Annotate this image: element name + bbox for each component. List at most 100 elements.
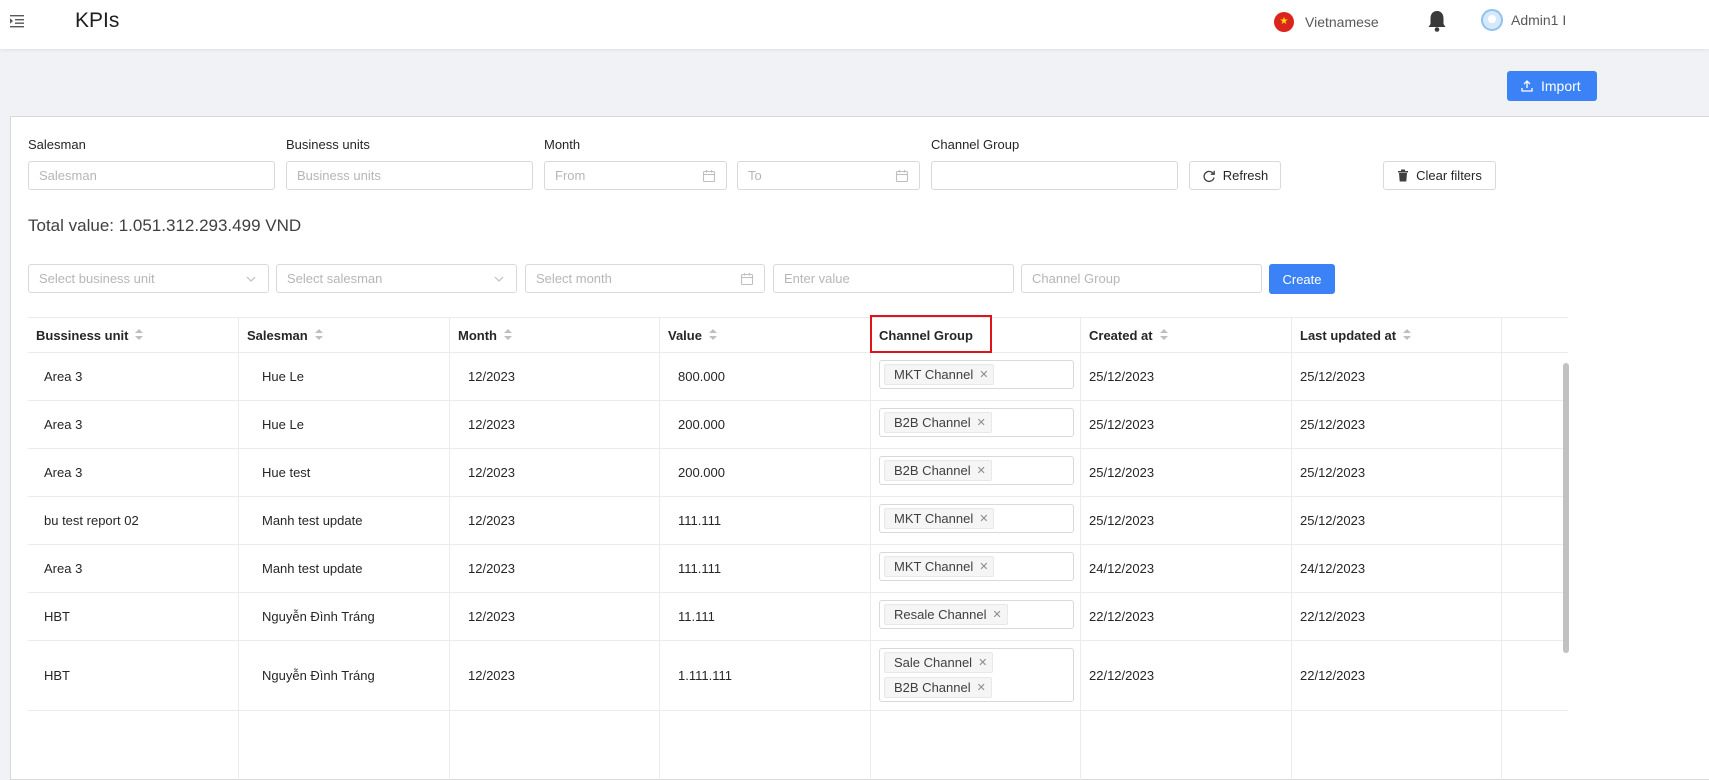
top-bar: KPIs Vietnamese Admin1 I xyxy=(0,0,1709,49)
channel-tag: B2B Channel ✕ xyxy=(884,412,992,433)
salesman-select-placeholder: Select salesman xyxy=(287,271,383,286)
import-button-label: Import xyxy=(1541,78,1581,94)
cell-month xyxy=(450,711,660,780)
close-icon[interactable]: ✕ xyxy=(979,512,988,525)
cell-salesman: Hue test xyxy=(239,449,450,496)
channel-group-tag-select[interactable]: MKT Channel ✕ xyxy=(879,504,1074,533)
import-button[interactable]: Import xyxy=(1507,71,1597,101)
cell-value: 111.111 xyxy=(660,497,871,544)
language-label: Vietnamese xyxy=(1305,14,1379,30)
cell-actions xyxy=(1502,401,1568,448)
language-selector[interactable]: Vietnamese xyxy=(1274,10,1379,34)
table-row: Area 3 Hue Le 12/2023 800.000 MKT Channe… xyxy=(28,353,1568,401)
table-scrollbar[interactable] xyxy=(1563,363,1569,653)
channel-tag: B2B Channel ✕ xyxy=(884,460,992,481)
channel-group-tag-select[interactable]: MKT Channel ✕ xyxy=(879,552,1074,581)
channel-group-input[interactable] xyxy=(1021,264,1262,293)
cell-salesman: Manh test update xyxy=(239,545,450,592)
cell-value: 11.111 xyxy=(660,593,871,640)
total-value: Total value: 1.051.312.293.499 VND xyxy=(28,216,302,235)
sort-icon[interactable] xyxy=(708,329,717,341)
cell-created-at: 22/12/2023 xyxy=(1081,593,1292,640)
cell-last-updated-at: 22/12/2023 xyxy=(1292,593,1502,640)
month-to-picker[interactable]: To xyxy=(737,161,920,190)
channel-tag-label: Sale Channel xyxy=(894,655,973,670)
month-to-placeholder: To xyxy=(748,168,762,183)
close-icon[interactable]: ✕ xyxy=(978,656,987,669)
sort-icon[interactable] xyxy=(1159,329,1168,341)
sort-icon[interactable] xyxy=(503,329,512,341)
close-icon[interactable]: ✕ xyxy=(977,681,986,694)
create-button[interactable]: Create xyxy=(1269,264,1335,294)
cell-last-updated-at: 22/12/2023 xyxy=(1292,641,1502,710)
cell-actions xyxy=(1502,353,1568,400)
sort-icon[interactable] xyxy=(314,329,323,341)
column-header-label: Salesman xyxy=(247,327,308,343)
column-header-created-at[interactable]: Created at xyxy=(1081,318,1292,353)
channel-tag-label: MKT Channel xyxy=(894,511,974,526)
salesman-filter-label: Salesman xyxy=(28,137,86,152)
column-header-value[interactable]: Value xyxy=(660,318,871,353)
close-icon[interactable]: ✕ xyxy=(993,608,1002,621)
month-from-picker[interactable]: From xyxy=(544,161,727,190)
month-picker[interactable]: Select month xyxy=(525,264,765,293)
column-header-last-updated-at[interactable]: Last updated at xyxy=(1292,318,1502,353)
channel-group-tag-select[interactable]: B2B Channel ✕ xyxy=(879,408,1074,437)
cell-channel-group: MKT Channel ✕ xyxy=(871,497,1081,544)
column-header-actions xyxy=(1502,318,1568,353)
user-menu[interactable]: Admin1 I xyxy=(1481,9,1566,31)
cell-channel-group: MKT Channel ✕ xyxy=(871,545,1081,592)
channel-tag: MKT Channel ✕ xyxy=(884,364,995,385)
cell-salesman: Hue Le xyxy=(239,353,450,400)
table-row: Area 3 Manh test update 12/2023 111.111 … xyxy=(28,545,1568,593)
cell-value xyxy=(660,711,871,780)
column-header-label: Last updated at xyxy=(1300,327,1397,343)
cell-last-updated-at: 25/12/2023 xyxy=(1292,449,1502,496)
sort-icon[interactable] xyxy=(1403,329,1412,341)
salesman-filter-input[interactable] xyxy=(28,161,275,190)
column-header-business-unit[interactable]: Bussiness unit xyxy=(28,318,239,353)
channel-tag-label: Resale Channel xyxy=(894,607,987,622)
cell-month: 12/2023 xyxy=(450,401,660,448)
cell-value: 200.000 xyxy=(660,449,871,496)
business-unit-select[interactable]: Select business unit xyxy=(28,264,269,293)
sort-icon[interactable] xyxy=(135,329,144,341)
cell-last-updated-at: 25/12/2023 xyxy=(1292,401,1502,448)
channel-group-tag-select[interactable]: Sale Channel ✕ B2B Channel ✕ xyxy=(879,648,1074,702)
column-header-salesman[interactable]: Salesman xyxy=(239,318,450,353)
close-icon[interactable]: ✕ xyxy=(977,464,986,477)
menu-fold-icon[interactable] xyxy=(10,14,26,28)
channel-group-tag-select[interactable]: Resale Channel ✕ xyxy=(879,600,1074,629)
business-units-filter-input[interactable] xyxy=(286,161,533,190)
cell-value: 200.000 xyxy=(660,401,871,448)
bell-icon[interactable] xyxy=(1426,9,1448,33)
cell-actions xyxy=(1502,497,1568,544)
channel-group-tag-select[interactable]: MKT Channel ✕ xyxy=(879,360,1074,389)
cell-business-unit: Area 3 xyxy=(28,401,239,448)
close-icon[interactable]: ✕ xyxy=(979,560,988,573)
month-from-placeholder: From xyxy=(555,168,586,183)
table-row: HBT Nguyễn Đình Tráng 12/2023 11.111 Res… xyxy=(28,593,1568,641)
refresh-button[interactable]: Refresh xyxy=(1189,161,1281,190)
value-input[interactable] xyxy=(773,264,1014,293)
table-row: Area 3 Hue Le 12/2023 200.000 B2B Channe… xyxy=(28,401,1568,449)
cell-created-at: 24/12/2023 xyxy=(1081,545,1292,592)
clear-filters-button[interactable]: Clear filters xyxy=(1383,161,1496,190)
cell-salesman: Nguyễn Đình Tráng xyxy=(239,593,450,640)
channel-group-tag-select[interactable]: B2B Channel ✕ xyxy=(879,456,1074,485)
cell-value: 1.111.111 xyxy=(660,641,871,710)
column-header-label: Month xyxy=(458,327,497,343)
close-icon[interactable]: ✕ xyxy=(979,368,988,381)
channel-group-filter-input[interactable] xyxy=(931,161,1178,190)
business-unit-select-placeholder: Select business unit xyxy=(39,271,155,286)
channel-tag-label: B2B Channel xyxy=(894,415,971,430)
cell-month: 12/2023 xyxy=(450,497,660,544)
close-icon[interactable]: ✕ xyxy=(977,416,986,429)
salesman-select[interactable]: Select salesman xyxy=(276,264,517,293)
chevron-down-icon xyxy=(494,276,504,282)
trash-icon xyxy=(1398,169,1409,182)
column-header-month[interactable]: Month xyxy=(450,318,660,353)
cell-last-updated-at: 24/12/2023 xyxy=(1292,545,1502,592)
cell-last-updated-at: 25/12/2023 xyxy=(1292,497,1502,544)
cell-month: 12/2023 xyxy=(450,353,660,400)
